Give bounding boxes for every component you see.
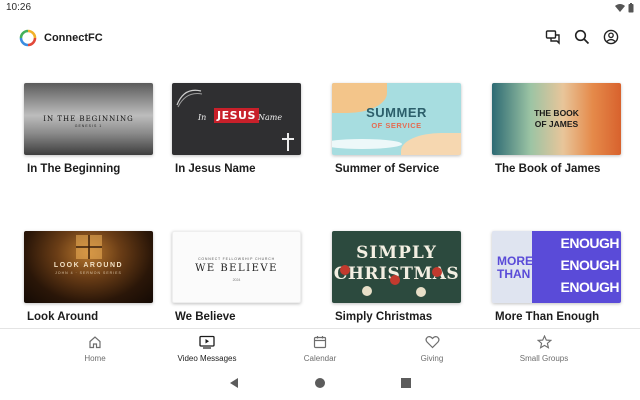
- video-card-look-around[interactable]: LOOK AROUND JOHN 4 · SERMON SERIES Look …: [24, 231, 154, 323]
- thumbnail-text-more: MORE THAN: [497, 254, 533, 281]
- video-thumbnail: THE BOOK OF JAMES: [492, 83, 621, 155]
- thumbnail-text: THE BOOK OF JAMES: [534, 108, 579, 129]
- video-title: Look Around: [27, 311, 99, 323]
- video-title: Summer of Service: [335, 163, 440, 175]
- flower-icon: [390, 275, 400, 285]
- chat-icon: [545, 30, 560, 45]
- home-icon: [89, 336, 101, 349]
- video-card-simply-christmas[interactable]: SIMPLY CHRISTMAS Simply Christmas: [332, 231, 462, 323]
- video-thumbnail: IN THE BEGINNING GENESIS 1: [24, 83, 153, 155]
- chat-button[interactable]: [544, 28, 562, 46]
- video-title: Simply Christmas: [335, 311, 433, 323]
- nav-item-video-messages[interactable]: Video Messages: [157, 335, 257, 363]
- thumbnail-text: IN THE BEGINNING: [43, 115, 134, 123]
- thumbnail-text: WE BELIEVE: [195, 263, 278, 274]
- video-card-more-than-enough[interactable]: ENOUGH ENOUGH ENOUGH MORE THAN More Than…: [492, 231, 622, 323]
- nav-label: Small Groups: [519, 354, 569, 363]
- video-card-in-the-beginning[interactable]: IN THE BEGINNING GENESIS 1 In The Beginn…: [24, 83, 154, 175]
- video-thumbnail: SUMMER OF SERVICE: [332, 83, 461, 155]
- thumbnail-text: LOOK AROUND: [53, 262, 124, 269]
- heart-icon: [424, 336, 440, 349]
- nav-item-calendar[interactable]: Calendar: [270, 335, 370, 363]
- video-thumbnail: CONNECT FELLOWSHIP CHURCH WE BELIEVE 202…: [172, 231, 301, 303]
- thumbnail-text: SIMPLY: [356, 243, 437, 263]
- thumbnail-text: SUMMER: [366, 105, 427, 120]
- recents-icon[interactable]: [400, 377, 412, 389]
- app-logo-icon: [19, 29, 37, 47]
- nav-label: Calendar: [303, 354, 337, 363]
- back-icon[interactable]: [228, 377, 240, 389]
- nav-label: Home: [84, 354, 106, 363]
- calendar-icon: [313, 336, 327, 349]
- thumbnail-text-enough-3: ENOUGH: [560, 279, 620, 295]
- search-icon: [574, 29, 590, 45]
- video-title: We Believe: [175, 311, 236, 323]
- thumbnail-text-jesus: JESUS: [214, 108, 259, 123]
- video-card-in-jesus-name[interactable]: In JESUS Name In Jesus Name: [172, 83, 302, 175]
- app-bar: ConnectFC: [0, 22, 640, 56]
- search-button[interactable]: [573, 28, 591, 46]
- thumbnail-year: 2024: [232, 278, 241, 282]
- thumbnail-text-in: In: [198, 113, 207, 122]
- thumbnail-text-enough-2: ENOUGH: [560, 257, 620, 273]
- video-thumbnail: ENOUGH ENOUGH ENOUGH MORE THAN: [492, 231, 621, 303]
- thumbnail-text-enough: ENOUGH: [560, 235, 620, 251]
- nav-item-giving[interactable]: Giving: [382, 335, 482, 363]
- battery-icon: [628, 3, 634, 13]
- video-card-we-believe[interactable]: CONNECT FELLOWSHIP CHURCH WE BELIEVE 202…: [172, 231, 302, 323]
- video-title: More Than Enough: [495, 311, 600, 323]
- status-bar: 10:26: [0, 0, 640, 18]
- thumbnail-subtext: GENESIS 1: [74, 124, 103, 128]
- nav-label: Giving: [420, 354, 444, 363]
- flower-icon: [340, 265, 350, 275]
- home-circle-icon[interactable]: [314, 377, 326, 389]
- crown-of-thorns-icon: [176, 89, 203, 108]
- video-card-the-book-of-james[interactable]: THE BOOK OF JAMES The Book of James: [492, 83, 622, 175]
- status-time: 10:26: [6, 2, 32, 13]
- video-title: In The Beginning: [27, 163, 121, 175]
- wifi-icon: [615, 3, 625, 12]
- video-title: In Jesus Name: [175, 163, 256, 175]
- nav-label: Video Messages: [177, 354, 237, 363]
- cross-icon: [282, 133, 294, 151]
- app-title: ConnectFC: [44, 32, 103, 44]
- video-icon: [199, 335, 215, 349]
- thumbnail-subtext: JOHN 4 · SERMON SERIES: [55, 271, 122, 275]
- star-icon: [536, 335, 552, 349]
- flower-icon: [432, 267, 442, 277]
- system-navigation: [0, 370, 640, 400]
- window-icon: [76, 235, 102, 259]
- video-thumbnail: SIMPLY CHRISTMAS: [332, 231, 461, 303]
- video-title: The Book of James: [495, 163, 601, 175]
- flower-icon: [362, 286, 372, 296]
- nav-item-small-groups[interactable]: Small Groups: [494, 335, 594, 363]
- video-thumbnail: LOOK AROUND JOHN 4 · SERMON SERIES: [24, 231, 153, 303]
- account-button[interactable]: [602, 28, 620, 46]
- thumbnail-subtext: CONNECT FELLOWSHIP CHURCH: [198, 257, 275, 261]
- video-card-summer-of-service[interactable]: SUMMER OF SERVICE Summer of Service: [332, 83, 462, 175]
- nav-item-home[interactable]: Home: [45, 335, 145, 363]
- bottom-navigation: Home Video Messages Calendar Giving Smal…: [0, 328, 640, 369]
- flower-icon: [416, 287, 426, 297]
- thumbnail-text-name: Name: [258, 113, 283, 122]
- thumbnail-subtext: OF SERVICE: [371, 121, 422, 130]
- video-thumbnail: In JESUS Name: [172, 83, 301, 155]
- account-icon: [603, 29, 619, 45]
